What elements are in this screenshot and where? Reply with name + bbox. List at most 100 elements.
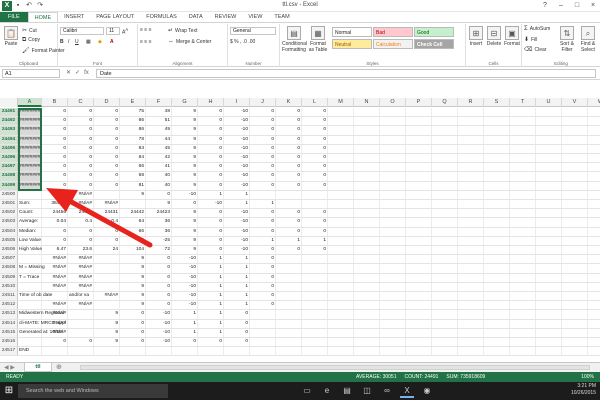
table-cell[interactable] xyxy=(562,310,588,319)
table-cell[interactable]: 0 xyxy=(250,154,276,163)
table-cell[interactable] xyxy=(432,246,458,255)
table-cell[interactable]: -10 xyxy=(172,273,198,282)
table-cell[interactable] xyxy=(354,264,380,273)
table-cell[interactable]: 1 xyxy=(198,190,224,199)
table-cell[interactable] xyxy=(536,310,562,319)
table-cell[interactable]: 0 xyxy=(198,236,224,245)
table-cell[interactable]: 1 xyxy=(172,319,198,328)
minimize-icon[interactable]: – xyxy=(556,0,566,12)
table-cell[interactable] xyxy=(588,274,600,282)
table-cell[interactable]: 0 xyxy=(276,126,302,135)
table-cell[interactable]: Count: xyxy=(18,209,42,218)
table-cell[interactable]: 1 xyxy=(198,282,224,291)
table-cell[interactable]: 0 xyxy=(172,338,198,347)
table-cell[interactable] xyxy=(536,108,562,117)
help-icon[interactable]: ? xyxy=(540,0,550,12)
column-header-m[interactable]: M xyxy=(328,98,354,107)
windows-start-icon[interactable]: ⊞ xyxy=(3,385,15,397)
table-cell[interactable] xyxy=(536,117,562,126)
table-cell[interactable] xyxy=(406,319,432,328)
table-cell[interactable]: -10 xyxy=(172,282,198,291)
table-cell[interactable] xyxy=(250,328,276,337)
spreadsheet-grid[interactable]: ABCDEFGHIJKLMNOPQRSTUVW 24491########000… xyxy=(0,98,600,362)
table-cell[interactable] xyxy=(588,136,600,144)
table-cell[interactable] xyxy=(562,282,588,291)
table-cell[interactable] xyxy=(406,282,432,291)
table-cell[interactable]: -10 xyxy=(224,209,250,218)
table-cell[interactable] xyxy=(484,282,510,291)
table-cell[interactable] xyxy=(250,190,276,199)
table-cell[interactable] xyxy=(432,301,458,310)
table-cell[interactable]: 6.47 xyxy=(42,246,68,255)
table-cell[interactable] xyxy=(588,228,600,236)
table-cell[interactable]: 104 xyxy=(120,246,146,255)
table-cell[interactable] xyxy=(406,236,432,245)
table-cell[interactable]: -10 xyxy=(224,135,250,144)
table-cell[interactable] xyxy=(588,292,600,300)
align-top-icon[interactable]: ≡ ≡ ≡ xyxy=(140,27,152,33)
column-header-u[interactable]: U xyxy=(536,98,562,107)
table-cell[interactable]: -10 xyxy=(172,255,198,264)
table-cell[interactable] xyxy=(562,209,588,218)
table-cell[interactable]: 23.6 xyxy=(68,246,94,255)
table-cell[interactable] xyxy=(94,347,120,356)
style-bad[interactable]: Bad xyxy=(373,27,413,37)
currency-icon[interactable]: $ % , .0 .00 xyxy=(230,39,255,45)
table-cell[interactable]: Average: xyxy=(18,218,42,227)
table-cell[interactable]: 0 xyxy=(42,144,68,153)
table-cell[interactable]: 0 xyxy=(302,209,328,218)
table-cell[interactable] xyxy=(510,328,536,337)
delete-cells-button[interactable]: ⊟ Delete xyxy=(486,26,502,47)
table-cell[interactable] xyxy=(354,347,380,356)
table-cell[interactable]: ######## xyxy=(18,181,42,190)
table-cell[interactable] xyxy=(484,172,510,181)
table-cell[interactable] xyxy=(328,264,354,273)
table-cell[interactable]: 9 xyxy=(172,246,198,255)
table-cell[interactable] xyxy=(536,255,562,264)
table-cell[interactable]: -10 xyxy=(224,172,250,181)
style-good[interactable]: Good xyxy=(414,27,454,37)
table-cell[interactable] xyxy=(562,328,588,337)
table-cell[interactable] xyxy=(484,181,510,190)
select-all-corner[interactable] xyxy=(0,98,18,107)
table-cell[interactable] xyxy=(432,126,458,135)
table-cell[interactable] xyxy=(458,282,484,291)
table-cell[interactable] xyxy=(18,190,42,199)
conditional-formatting-button[interactable]: ▤ Conditional Formatting xyxy=(282,26,307,53)
column-header-r[interactable]: R xyxy=(458,98,484,107)
table-cell[interactable]: 0 xyxy=(42,135,68,144)
table-cell[interactable]: 48 xyxy=(146,108,172,117)
table-cell[interactable] xyxy=(380,144,406,153)
table-cell[interactable] xyxy=(354,181,380,190)
table-cell[interactable]: Low Value xyxy=(18,236,42,245)
table-cell[interactable] xyxy=(328,117,354,126)
table-cell[interactable] xyxy=(276,255,302,264)
table-cell[interactable] xyxy=(380,135,406,144)
table-cell[interactable]: 0 xyxy=(94,181,120,190)
table-cell[interactable]: 51 xyxy=(146,117,172,126)
table-cell[interactable] xyxy=(562,108,588,117)
row-header[interactable]: 24513 xyxy=(0,310,18,319)
table-cell[interactable] xyxy=(588,283,600,291)
table-cell[interactable] xyxy=(536,218,562,227)
table-cell[interactable]: 9 xyxy=(172,218,198,227)
sheet-nav-arrows-icon[interactable]: ◀ ▶ xyxy=(4,364,15,371)
table-cell[interactable] xyxy=(510,347,536,356)
table-cell[interactable] xyxy=(328,246,354,255)
table-cell[interactable] xyxy=(354,236,380,245)
table-cell[interactable]: Time of ob xyxy=(18,292,42,301)
table-cell[interactable] xyxy=(458,236,484,245)
table-cell[interactable]: #N/A# xyxy=(68,273,94,282)
table-cell[interactable]: 0 xyxy=(302,144,328,153)
table-cell[interactable] xyxy=(562,126,588,135)
table-cell[interactable] xyxy=(536,163,562,172)
table-cell[interactable]: 0 xyxy=(94,126,120,135)
table-cell[interactable] xyxy=(354,319,380,328)
table-cell[interactable]: 1 xyxy=(198,264,224,273)
table-cell[interactable] xyxy=(198,347,224,356)
table-cell[interactable]: 9 xyxy=(172,172,198,181)
table-cell[interactable]: 0 xyxy=(276,144,302,153)
table-cell[interactable]: 1 xyxy=(224,273,250,282)
table-cell[interactable] xyxy=(484,163,510,172)
tab-formulas[interactable]: FORMULAS xyxy=(140,12,183,22)
